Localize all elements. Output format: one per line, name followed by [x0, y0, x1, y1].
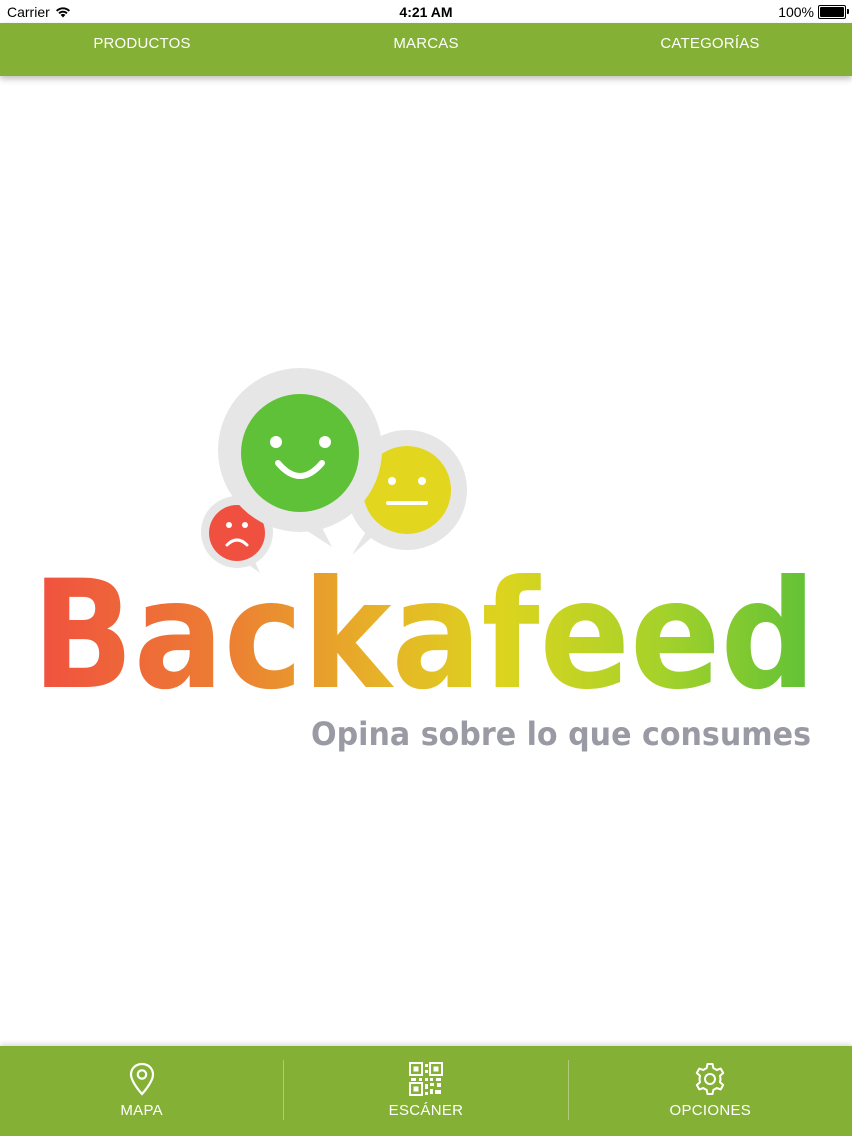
- status-time: 4:21 AM: [399, 4, 453, 20]
- bottom-tab-mapa-label: MAPA: [120, 1102, 163, 1119]
- brand-tagline: Opina sobre lo que consumes: [311, 715, 811, 753]
- battery-indicator: 100%: [778, 4, 849, 20]
- bottom-tab-opciones-label: OPCIONES: [669, 1102, 752, 1119]
- battery-icon: [818, 5, 849, 19]
- bottom-tab-escaner-label: ESCÁNER: [388, 1102, 464, 1119]
- bottom-tab-bar: MAPA ESCÁNER OPCIONES: [0, 1046, 852, 1136]
- tab-productos[interactable]: PRODUCTOS: [0, 23, 284, 76]
- map-pin-icon: [129, 1062, 154, 1096]
- brand-wordmark: Backafeed: [32, 549, 816, 723]
- battery-percent: 100%: [778, 4, 814, 20]
- status-bar: Carrier 4:21 AM 100%: [0, 0, 852, 23]
- backafeed-logo: Backafeed Opina sobre lo que consumes: [30, 365, 822, 760]
- logo-graphic: Backafeed Opina sobre lo que consumes: [32, 368, 816, 753]
- tab-categorias[interactable]: CATEGORÍAS: [568, 23, 852, 76]
- top-nav: PRODUCTOS MARCAS CATEGORÍAS: [0, 23, 852, 76]
- tab-marcas[interactable]: MARCAS: [284, 23, 568, 76]
- bottom-tab-escaner[interactable]: ESCÁNER: [284, 1046, 567, 1136]
- gear-icon: [696, 1063, 725, 1095]
- bottom-tab-mapa[interactable]: MAPA: [0, 1046, 283, 1136]
- bottom-tab-opciones[interactable]: OPCIONES: [569, 1046, 852, 1136]
- qr-code-icon: [408, 1062, 443, 1096]
